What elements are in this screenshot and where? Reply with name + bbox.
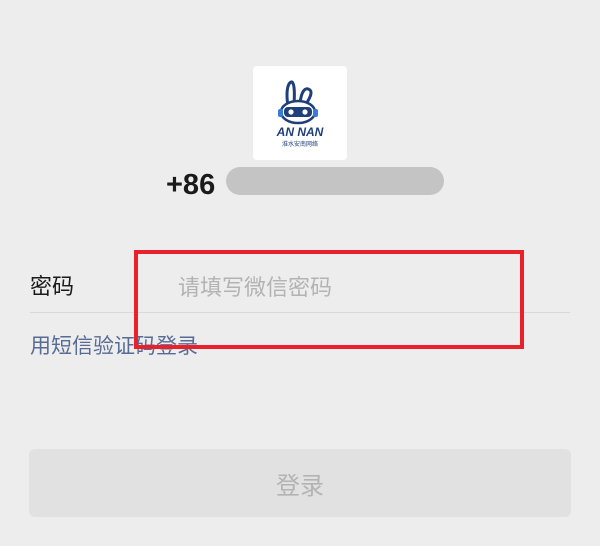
- sms-login-link[interactable]: 用短信验证码登录: [30, 331, 198, 361]
- brand-logo-text: AN NAN: [276, 125, 324, 139]
- login-button[interactable]: 登录: [29, 449, 571, 517]
- phone-number-row: +86: [166, 165, 456, 201]
- phone-number-redaction: [226, 167, 444, 195]
- avatar: AN NAN 淮水安南网络: [253, 66, 347, 160]
- brand-logo-subtext: 淮水安南网络: [282, 140, 318, 148]
- brand-logo-icon: AN NAN 淮水安南网络: [276, 80, 324, 148]
- password-divider: [30, 312, 570, 313]
- password-input[interactable]: [178, 270, 508, 306]
- password-label: 密码: [30, 275, 75, 300]
- country-code: +86: [166, 169, 216, 201]
